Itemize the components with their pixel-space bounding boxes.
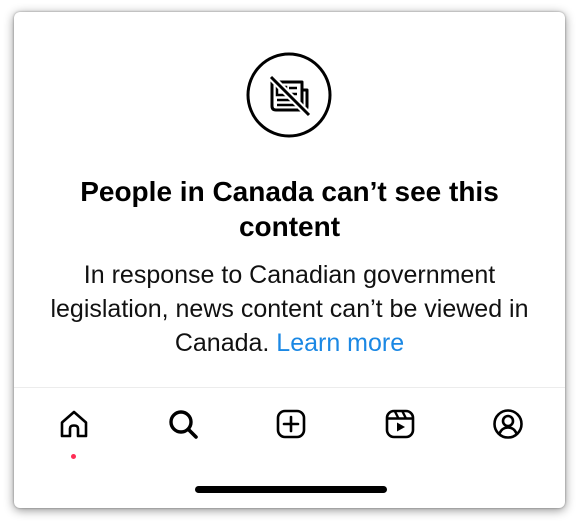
tab-home[interactable] xyxy=(47,397,101,451)
screenshot-card: People in Canada can’t see this content … xyxy=(14,12,565,508)
home-indicator-bar[interactable] xyxy=(195,486,387,493)
reels-icon xyxy=(385,409,415,439)
screen: People in Canada can’t see this content … xyxy=(0,0,582,527)
plus-square-icon xyxy=(276,409,306,439)
tab-profile[interactable] xyxy=(481,397,535,451)
notice-body: In response to Canadian government legis… xyxy=(34,258,545,360)
tabbar-divider xyxy=(14,387,565,388)
profile-icon xyxy=(493,409,523,439)
search-icon xyxy=(169,410,198,439)
bottom-tab-bar xyxy=(14,397,565,457)
tab-reels[interactable] xyxy=(373,397,427,451)
home-icon xyxy=(60,410,88,438)
tab-search[interactable] xyxy=(156,397,210,451)
notice-headline: People in Canada can’t see this content xyxy=(80,176,499,242)
tab-create[interactable] xyxy=(264,397,318,451)
news-blocked-icon xyxy=(246,52,332,138)
restricted-content-notice: People in Canada can’t see this content … xyxy=(14,12,565,388)
learn-more-link[interactable]: Learn more xyxy=(276,329,404,357)
home-notification-dot xyxy=(71,454,76,459)
